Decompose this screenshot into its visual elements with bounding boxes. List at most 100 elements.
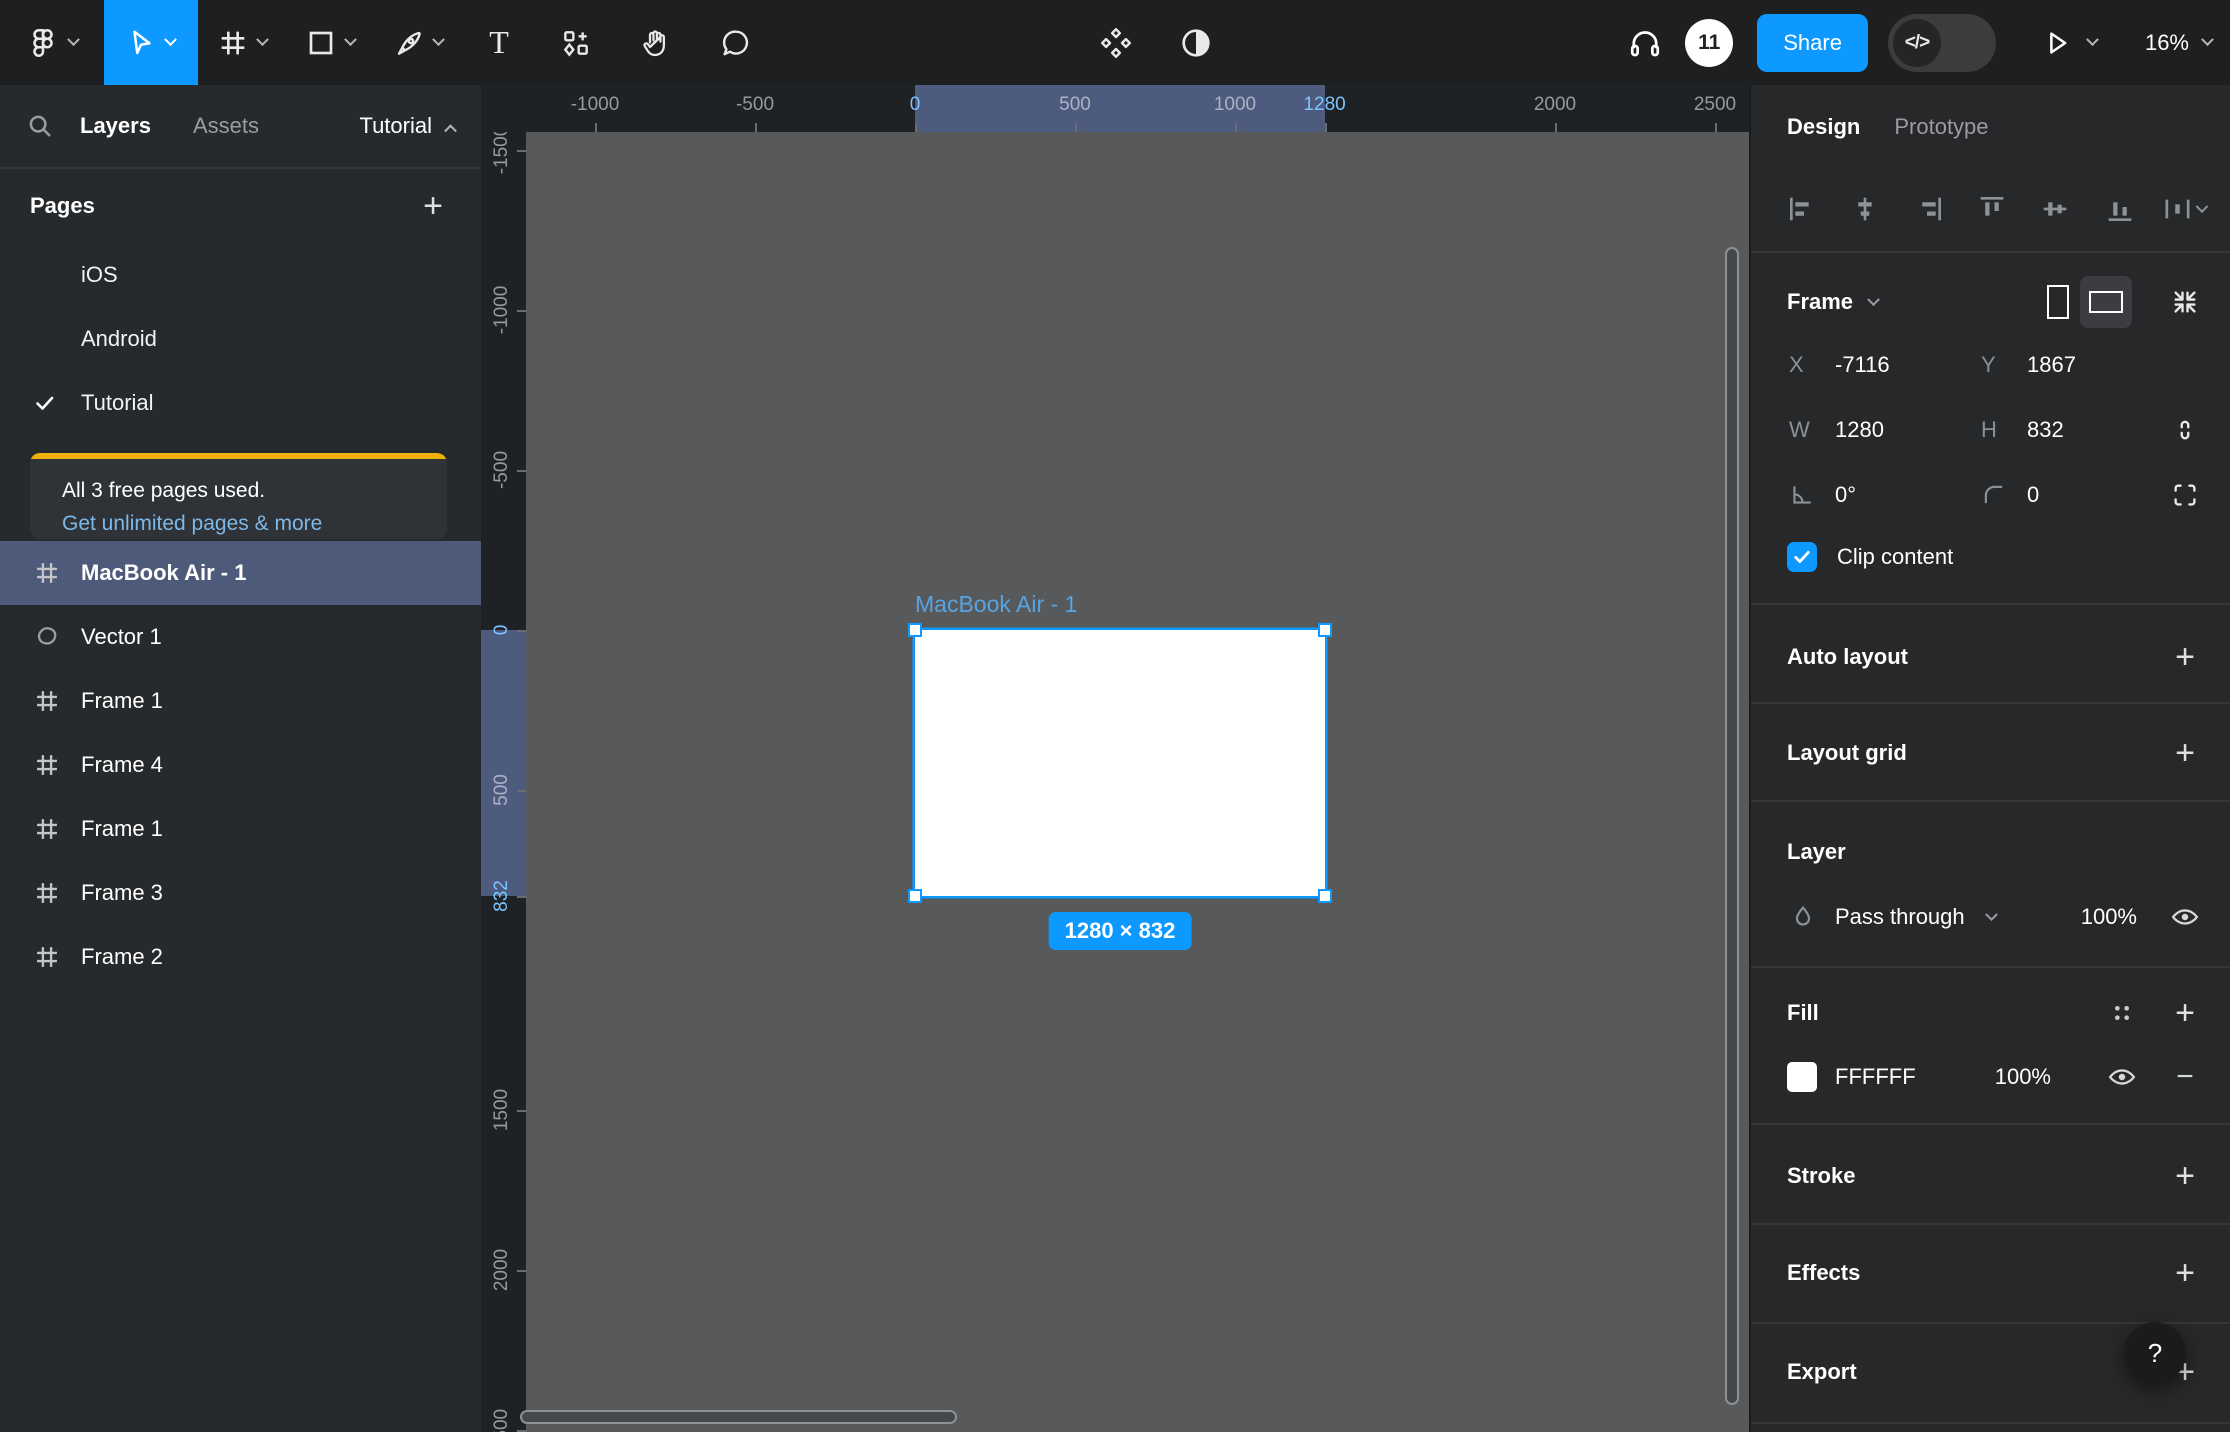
horizontal-ruler[interactable]: -1000 -500 0 500 1000 1280 2000 2500	[481, 85, 1749, 132]
corner-radius-input[interactable]: 0	[2027, 482, 2039, 508]
layer-name: Frame 3	[81, 880, 163, 905]
page-selector[interactable]: Tutorial	[359, 113, 457, 139]
selection-handle-nw[interactable]	[908, 623, 922, 637]
tab-layers[interactable]: Layers	[80, 113, 151, 139]
main-menu-button[interactable]	[0, 0, 104, 85]
comment-tool-button[interactable]	[696, 0, 776, 85]
present-button[interactable]	[2042, 28, 2099, 58]
layer-row[interactable]: Frame 4	[0, 733, 481, 797]
pen-tool-button[interactable]	[374, 0, 462, 85]
frame-type-dropdown[interactable]: Frame	[1787, 289, 1853, 315]
fill-visibility-eye-icon[interactable]	[2104, 1062, 2140, 1092]
remove-fill-button[interactable]: −	[2167, 1060, 2203, 1094]
layer-section-header: Layer	[1787, 839, 1846, 864]
move-tool-button[interactable]	[104, 0, 198, 85]
upgrade-banner[interactable]: All 3 free pages used. Get unlimited pag…	[30, 453, 447, 539]
layer-row[interactable]: Frame 3	[0, 861, 481, 925]
layer-row[interactable]: Vector 1	[0, 605, 481, 669]
tab-assets[interactable]: Assets	[193, 113, 259, 139]
tab-design[interactable]: Design	[1787, 114, 1860, 140]
dev-mode-toggle[interactable]: </>	[1887, 13, 1996, 72]
vertical-scrollbar[interactable]	[1725, 247, 1739, 1405]
add-layout-grid-button[interactable]: +	[2167, 734, 2203, 773]
chevron-down-icon	[432, 33, 445, 47]
rectangle-icon	[305, 27, 337, 59]
selection-handle-ne[interactable]	[1318, 623, 1332, 637]
selection-handle-se[interactable]	[1318, 889, 1332, 903]
banner-upgrade-link[interactable]: Get unlimited pages & more	[62, 512, 447, 536]
mask-icon[interactable]	[1178, 25, 1214, 61]
layer-visibility-eye-icon[interactable]	[2167, 902, 2203, 932]
search-icon[interactable]	[0, 111, 80, 141]
huddle-headphones-icon[interactable]	[1627, 25, 1663, 61]
size-badge: 1280 × 832	[1048, 912, 1192, 950]
actions-tool-button[interactable]	[536, 0, 616, 85]
canvas[interactable]: MacBook Air - 1 1280 × 832 -1000 -500 0 500…	[481, 85, 1749, 1432]
layer-row[interactable]: Frame 1	[0, 669, 481, 733]
independent-corners-icon[interactable]	[2167, 480, 2203, 510]
tab-prototype[interactable]: Prototype	[1894, 114, 1988, 140]
align-bottom-icon[interactable]	[2104, 193, 2136, 225]
ruler-selection-range	[915, 85, 1325, 132]
blend-mode-icon	[1789, 903, 1817, 931]
ruler-tick-label: 1500	[491, 1088, 512, 1132]
chevron-down-icon	[344, 33, 357, 47]
ruler-corner	[481, 85, 526, 132]
fill-color-swatch[interactable]	[1787, 1062, 1817, 1092]
layer-row[interactable]: Frame 1	[0, 797, 481, 861]
add-effect-button[interactable]: +	[2167, 1254, 2203, 1293]
add-page-button[interactable]: +	[415, 188, 451, 224]
frame-tool-button[interactable]	[198, 0, 286, 85]
page-item[interactable]: Android	[0, 307, 481, 371]
distribute-spacing-icon[interactable]	[2162, 193, 2209, 225]
w-label: W	[1789, 417, 1810, 442]
align-top-icon[interactable]	[1976, 193, 2008, 225]
add-stroke-button[interactable]: +	[2167, 1157, 2203, 1196]
y-label: Y	[1981, 352, 1996, 377]
vertical-ruler[interactable]: -1500 -1000 -500 0 500 832 1500 2000 2500	[481, 85, 526, 1432]
inspector-panel: Design Prototype Frame X -7116 Y 1867 W …	[1749, 85, 2230, 1432]
resize-to-fit-icon[interactable]	[2167, 287, 2203, 317]
text-tool-button[interactable]: T	[462, 0, 536, 85]
layer-opacity-input[interactable]: 100%	[2051, 904, 2137, 930]
blend-mode-dropdown[interactable]: Pass through	[1835, 904, 1965, 930]
align-left-icon[interactable]	[1786, 193, 1818, 225]
fill-opacity-input[interactable]: 100%	[1965, 1064, 2051, 1090]
clip-content-checkbox[interactable]	[1787, 542, 1817, 572]
height-input[interactable]: 832	[2027, 417, 2064, 443]
y-input[interactable]: 1867	[2027, 352, 2076, 378]
portrait-icon	[2047, 285, 2069, 319]
add-fill-button[interactable]: +	[2167, 994, 2203, 1033]
frame-title-label[interactable]: MacBook Air - 1	[915, 591, 1077, 618]
create-component-icon[interactable]	[1098, 25, 1134, 61]
align-horizontal-centers-icon[interactable]	[1849, 193, 1881, 225]
artboard[interactable]	[915, 630, 1325, 896]
add-auto-layout-button[interactable]: +	[2167, 638, 2203, 677]
horizontal-scrollbar[interactable]	[520, 1410, 957, 1424]
help-button[interactable]: ?	[2124, 1322, 2186, 1384]
share-button[interactable]: Share	[1757, 13, 1868, 72]
page-item[interactable]: iOS	[0, 243, 481, 307]
portrait-orientation-button[interactable]	[2043, 285, 2073, 319]
styles-icon[interactable]	[2104, 999, 2140, 1027]
landscape-orientation-button[interactable]	[2080, 276, 2132, 328]
fill-hex-input[interactable]: FFFFFF	[1835, 1064, 1916, 1090]
shape-tool-button[interactable]	[286, 0, 374, 85]
constrain-proportions-icon[interactable]	[2167, 415, 2203, 445]
layer-row[interactable]: Frame 2	[0, 925, 481, 989]
zoom-menu[interactable]: 16%	[2145, 30, 2214, 56]
rotation-input[interactable]: 0°	[1835, 482, 1856, 508]
layer-row[interactable]: MacBook Air - 1	[0, 541, 481, 605]
width-input[interactable]: 1280	[1835, 417, 1884, 443]
page-item[interactable]: Tutorial	[0, 371, 481, 435]
chevron-down-icon	[67, 33, 80, 47]
pages-header: Pages	[30, 193, 95, 218]
frame-layer-icon	[33, 814, 63, 844]
x-input[interactable]: -7116	[1835, 352, 1890, 378]
align-right-icon[interactable]	[1913, 193, 1945, 225]
frame-layer-icon	[33, 686, 63, 716]
avatar[interactable]: 11	[1685, 18, 1734, 67]
hand-tool-button[interactable]	[616, 0, 696, 85]
selection-handle-sw[interactable]	[908, 889, 922, 903]
align-vertical-centers-icon[interactable]	[2039, 193, 2071, 225]
